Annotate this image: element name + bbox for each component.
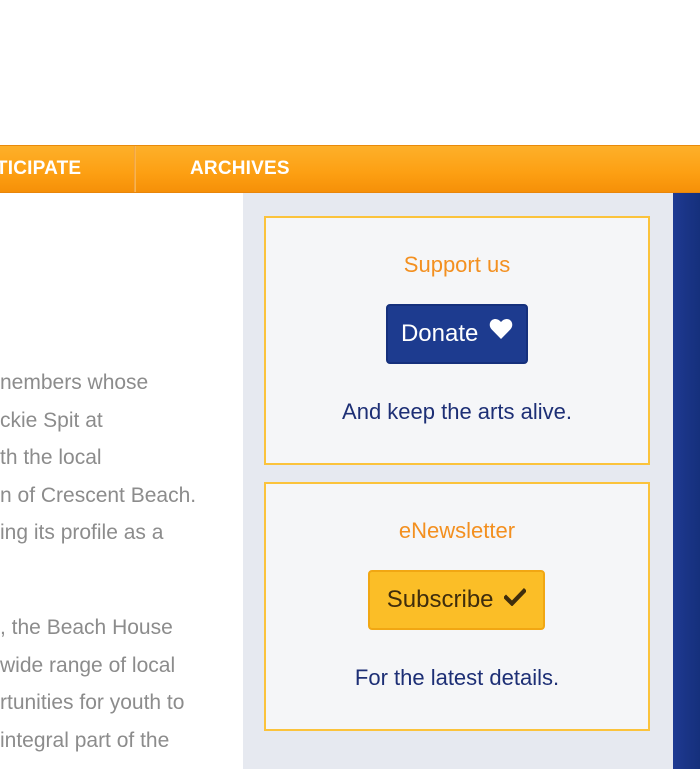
heart-icon — [489, 305, 513, 361]
subscribe-button[interactable]: Subscribe — [368, 570, 545, 630]
header-area — [0, 0, 700, 145]
newsletter-widget: eNewsletter Subscribe For the latest det… — [264, 482, 650, 731]
text-line: wide range of local — [0, 653, 176, 677]
text-line: ing its profile as a — [0, 521, 164, 544]
text-line: rtunities for youth to — [0, 691, 185, 714]
checkmark-icon — [503, 571, 528, 627]
text-line: integral part of the — [0, 728, 170, 752]
nav-divider — [134, 146, 135, 192]
text-line: nembers whose — [0, 371, 149, 394]
intro-paragraph: nembers whose ckie Spit at th the local … — [0, 364, 243, 552]
support-widget: Support us Donate And keep the arts aliv… — [264, 216, 650, 465]
donate-button[interactable]: Donate — [386, 304, 528, 364]
donate-button-label: Donate — [400, 320, 479, 347]
page: RTICIPATE ARCHIVES nembers whose ckie Sp… — [0, 0, 700, 769]
newsletter-text: For the latest details. — [354, 665, 560, 690]
text-line: , the Beach House — [0, 616, 173, 639]
nav-item-archives[interactable]: ARCHIVES — [190, 146, 290, 192]
support-text: And keep the arts alive. — [342, 399, 572, 424]
text-line: n of Crescent Beach. — [0, 483, 197, 507]
support-title: Support us — [403, 252, 511, 277]
main-content: nembers whose ckie Spit at th the local … — [0, 193, 243, 769]
text-line: th the local — [0, 446, 102, 469]
newsletter-title: eNewsletter — [398, 518, 516, 543]
beach-house-paragraph: , the Beach House wide range of local rt… — [0, 609, 243, 759]
nav-item-participate[interactable]: RTICIPATE — [0, 146, 81, 192]
subscribe-button-label: Subscribe — [386, 586, 494, 613]
right-background-panel — [673, 193, 700, 769]
text-line: ckie Spit at — [0, 408, 103, 432]
main-navigation: RTICIPATE ARCHIVES — [0, 145, 700, 193]
